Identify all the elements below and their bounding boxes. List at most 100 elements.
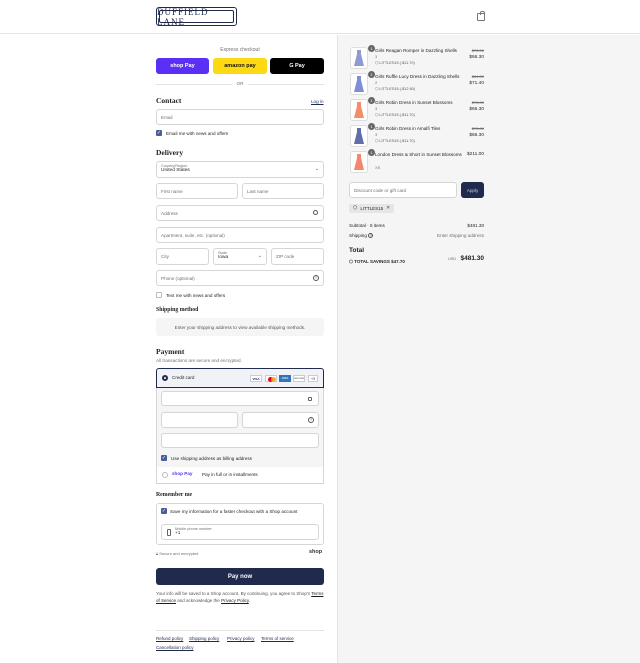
country-select[interactable]: Country/Region United States ⌄ <box>156 161 324 178</box>
amex-icon: AMEX <box>279 375 291 382</box>
original-price: $78.00 <box>471 48 484 53</box>
billing-address-checkbox[interactable]: ✓ <box>161 455 167 461</box>
product-variant: 3 <box>375 106 378 111</box>
name-on-card-field[interactable] <box>161 433 319 448</box>
remember-me-heading: Remember me <box>156 492 193 498</box>
dress-image <box>354 154 364 170</box>
currency-label: USD <box>448 257 457 261</box>
cart-item: 1 Girls Robin Dress in Amalfi Tiles 3 ⬡ LIT… <box>348 123 484 149</box>
dress-image <box>354 50 364 66</box>
quantity-badge: 1 <box>368 45 375 52</box>
last-name-field[interactable]: Last name <box>242 183 324 199</box>
refund-policy-link[interactable]: Refund policy <box>156 636 183 641</box>
privacy-policy-link[interactable]: Privacy policy <box>227 636 255 641</box>
help-icon[interactable]: ? <box>308 417 314 423</box>
product-variant: 3 <box>375 132 378 137</box>
product-name: Girls Robin Dress in Sunset Blossoms <box>375 100 453 105</box>
subtotal-value: $481.30 <box>467 223 484 228</box>
cart-item: 1 Girls Robin Dress in Sunset Blossoms 3 ⬡ … <box>348 97 484 123</box>
phone-field[interactable]: Phone (optional) ? <box>156 270 324 286</box>
login-link[interactable]: Log in <box>311 99 324 104</box>
total-savings: ⬡ TOTAL SAVINGS $47.70 <box>349 259 405 265</box>
applied-discount-tag: ⬡ LITTLES15 ✕ <box>349 204 395 213</box>
header: DUFFIELD LANE <box>0 0 640 34</box>
total-value: $481.30 <box>460 255 485 262</box>
pay-now-button[interactable]: Pay now <box>156 568 324 585</box>
zip-field[interactable]: ZIP code <box>271 248 324 265</box>
chevron-down-icon: ⌄ <box>257 253 262 259</box>
payment-subtitle: All transactions are secure and encrypte… <box>156 358 242 363</box>
radio-selected[interactable] <box>162 375 168 381</box>
product-variant: XS <box>375 165 381 170</box>
credit-card-label: Credit card <box>172 375 195 380</box>
product-name: Girls Ruffle Lucy Dress in Dazzling Shel… <box>375 74 460 79</box>
discount-code-field[interactable]: Discount code or gift card <box>349 182 457 198</box>
subtotal-label: Subtotal · 5 items <box>349 223 385 228</box>
tag-icon: ⬡ <box>353 205 358 211</box>
savings-value: $47.70 <box>391 259 405 264</box>
discount-allocation: ⬡ LITTLES15 (-$11.70) <box>375 61 415 65</box>
help-icon[interactable]: ? <box>313 275 319 281</box>
discount-allocation: ⬡ LITTLES15 (-$12.60) <box>375 87 416 91</box>
original-price: $78.00 <box>471 100 484 105</box>
shop-privacy-link[interactable]: Privacy Policy <box>221 598 249 603</box>
text-offers-checkbox[interactable] <box>156 292 162 298</box>
cancellation-policy-link[interactable]: Cancellation policy <box>156 645 194 650</box>
quantity-badge: 1 <box>368 149 375 156</box>
footer-divider <box>156 630 324 631</box>
product-thumbnail: 1 <box>350 71 375 95</box>
first-name-field[interactable]: First name <box>156 183 238 199</box>
terms-of-service-link[interactable]: Terms of service <box>261 636 294 641</box>
shop-pay-label: Pay in full or in installments <box>202 472 258 477</box>
phone-icon <box>167 529 171 536</box>
search-icon <box>313 210 318 215</box>
newsletter-label: Email me with news and offers <box>166 131 229 136</box>
product-thumbnail: 1 <box>350 97 375 121</box>
lock-icon <box>308 397 312 401</box>
amazon-pay-button[interactable]: amazon pay <box>213 58 267 74</box>
shop-pay-button[interactable]: shop Pay <box>156 58 209 74</box>
apartment-field[interactable]: Apartment, suite, etc. (optional) <box>156 227 324 243</box>
expiration-field[interactable] <box>161 412 238 428</box>
cart-item: 1 London Dress & Short in Sunset Blossoms… <box>348 149 484 175</box>
shopping-bag-icon[interactable] <box>477 11 485 21</box>
mobile-phone-field[interactable]: Mobile phone number +1 <box>161 524 319 540</box>
security-code-field[interactable]: ? <box>242 412 319 428</box>
help-icon[interactable]: ? <box>368 233 374 238</box>
mobile-value: +1 <box>175 531 181 536</box>
shipping-policy-link[interactable]: Shipping policy <box>189 636 219 641</box>
item-price: $66.30 <box>469 133 484 138</box>
product-name: Girls Robin Dress in Amalfi Tiles <box>375 126 441 131</box>
product-thumbnail: 1 <box>350 123 375 147</box>
text-offers-label: Text me with news and offers <box>166 293 226 298</box>
apply-discount-button[interactable]: Apply <box>461 182 484 198</box>
shop-pay-option[interactable]: shop Pay Pay in full or in installments <box>156 467 324 484</box>
item-price: $211.00 <box>467 152 484 157</box>
more-cards-badge: +3 <box>308 375 318 382</box>
card-number-field[interactable] <box>161 391 319 406</box>
shipping-label: Shipping ? <box>349 233 374 238</box>
state-select[interactable]: State Iowa ⌄ <box>213 248 267 265</box>
email-field[interactable]: Email <box>156 109 324 125</box>
dress-image <box>354 128 364 144</box>
save-info-checkbox[interactable]: ✓ <box>161 508 167 514</box>
address-field[interactable]: Address <box>156 205 324 221</box>
radio-unselected[interactable] <box>162 472 168 478</box>
original-price: $78.00 <box>471 126 484 131</box>
remove-discount-icon[interactable]: ✕ <box>386 204 390 213</box>
visa-icon: VISA <box>250 375 262 382</box>
dress-image <box>354 102 364 118</box>
credit-card-option[interactable]: Credit card VISA AMEX DISCOVER +3 <box>156 368 324 388</box>
shipping-value: Enter shipping address <box>437 233 484 238</box>
delivery-heading: Delivery <box>156 148 184 157</box>
product-variant: 2 <box>375 80 378 85</box>
shipping-notice: Enter your shipping address to view avai… <box>156 318 324 336</box>
city-field[interactable]: City <box>156 248 209 265</box>
newsletter-checkbox[interactable]: ✓ <box>156 130 162 136</box>
shop-pay-logo: shop Pay <box>172 471 193 476</box>
applied-code-label: LITTLES15 <box>360 206 384 211</box>
brand-logo[interactable]: DUFFIELD LANE <box>156 7 237 27</box>
save-info-label: Save my information for a faster checkou… <box>170 509 298 514</box>
express-checkout-title: Express checkout <box>220 47 260 53</box>
google-pay-button[interactable]: G Pay <box>270 58 324 74</box>
